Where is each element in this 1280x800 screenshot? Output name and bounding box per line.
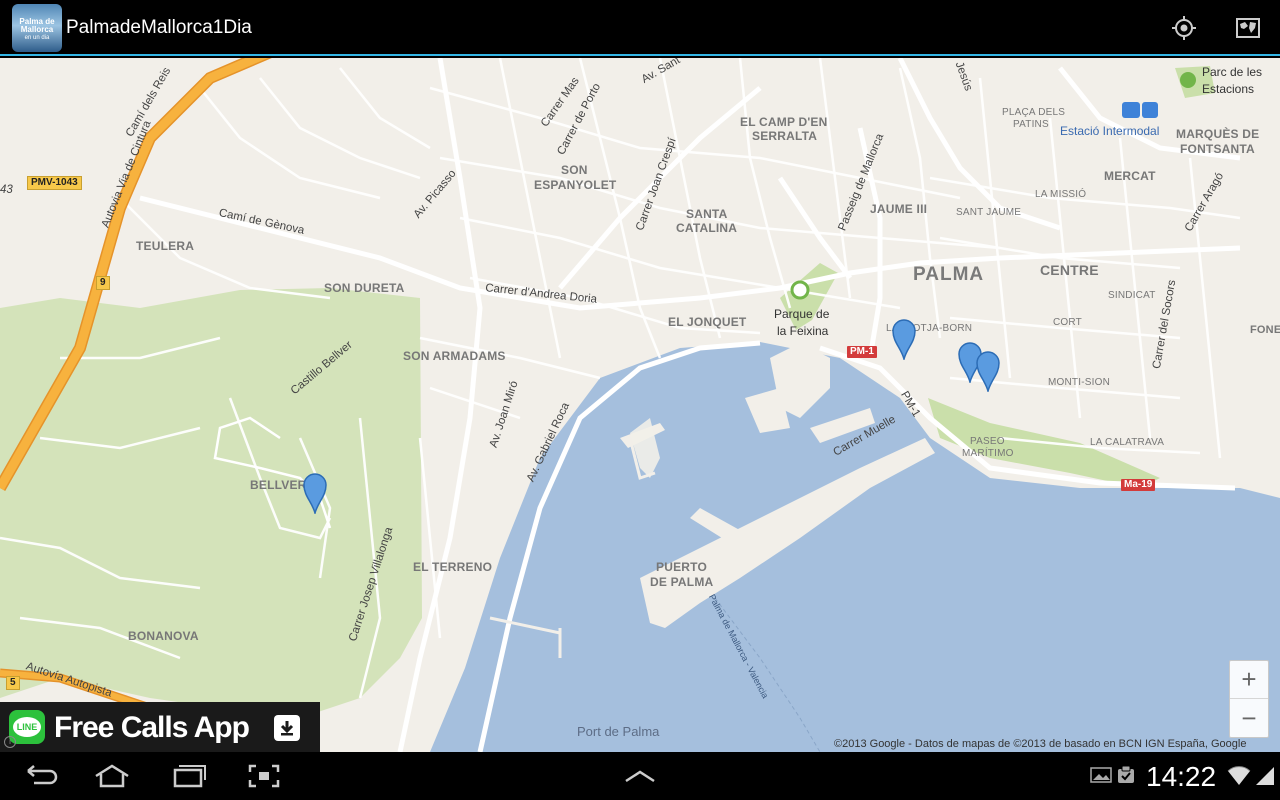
download-icon[interactable] [274,715,300,741]
expand-menu-button[interactable] [620,760,660,792]
map-label: CORT [1053,317,1082,328]
map-label: EL CAMP D'EN [740,115,828,129]
map-label: FONE [1250,324,1280,336]
map-marker[interactable] [975,350,1001,392]
map-label: Port de Palma [577,724,660,739]
screenshot-button[interactable] [244,760,284,792]
home-icon [95,764,129,788]
map-label: CENTRE [1040,262,1099,278]
status-clock: 14:22 [1146,761,1217,792]
map-label: PALMA [913,264,985,285]
map-layers-button[interactable] [1230,10,1266,46]
map-label: SON [561,163,588,177]
map-label: MERCAT [1104,169,1156,183]
map-marker[interactable] [302,472,328,514]
action-bar: Palma de Mallorca en un dia PalmadeMallo… [0,0,1280,56]
map-label: LA CALATRAVA [1090,437,1165,448]
back-button[interactable] [20,760,60,792]
route-shield: Ma-19 [1121,479,1156,491]
zoom-controls: + − [1229,660,1269,738]
navigation-bar [0,752,1280,800]
map-label: SON DURETA [324,281,405,295]
map-label: TEULERA [136,239,195,253]
my-location-icon [1172,16,1196,40]
ad-text: Free Calls App [54,711,250,744]
map-label: SANTA [686,207,728,221]
route-shield: PMV-1043 [27,176,82,190]
map-label: LA MISSIÓ [1035,189,1087,200]
map-marker[interactable] [891,318,917,360]
route-shield: PM-1 [847,346,877,358]
map-label: JAUME III [870,202,928,216]
route-shield: 5 [6,676,20,690]
map-label: Estació Intermodal [1060,124,1160,138]
app-title: PalmadeMallorca1Dia [66,17,252,38]
map-label: SERRALTA [752,129,818,143]
home-button[interactable] [92,760,132,792]
gallery-icon [1090,767,1112,783]
clipboard-icon [1118,765,1134,783]
map-copyright: ©2013 Google - Datos de mapas de ©2013 d… [834,738,1247,750]
map-label: la Feixina [777,324,829,338]
map-label: MARÍTIMO [962,448,1014,459]
map-label: FONTSANTA [1180,142,1255,156]
ad-banner[interactable]: LINE Free Calls App i [0,702,320,752]
map-canvas[interactable] [0,58,1280,752]
route-shield: 9 [96,276,110,290]
map-label: DE PALMA [650,575,714,589]
map-label: CATALINA [676,221,738,235]
map-label: Estacions [1202,82,1255,96]
app-logo-text: Palma de Mallorca en un dia [19,17,55,42]
map-label: MARQUÈS DE [1176,127,1260,141]
map-label: BONANOVA [128,629,199,643]
map-label: SINDICAT [1108,290,1156,301]
zoom-in-button[interactable]: + [1230,661,1268,699]
ad-info-icon[interactable]: i [4,736,16,748]
map-label: EL TERRENO [413,560,493,574]
screenshot-icon [248,764,280,788]
recent-apps-icon [173,765,206,788]
map-label: Parc de les [1202,65,1263,79]
recent-apps-button[interactable] [168,760,208,792]
map-label: SANT JAUME [956,207,1022,218]
my-location-button[interactable] [1166,10,1202,46]
map-label: PATINS [1013,119,1049,130]
map-label: ESPANYOLET [534,178,617,192]
map-label: SON ARMADAMS [403,349,506,363]
map-view[interactable]: Carrer Mas Carrer de Porto Av. Sant EL C… [0,58,1280,752]
wifi-icon [1227,766,1251,785]
signal-icon [1256,767,1274,785]
map-label: MONTI-SION [1048,377,1110,388]
map-layers-icon [1236,18,1260,38]
zoom-out-button[interactable]: − [1230,700,1268,738]
map-label: BELLVER [250,478,307,492]
map-label: EL JONQUET [668,315,747,329]
back-icon [27,765,58,785]
map-label: 43 [0,184,13,196]
map-label: PUERTO [656,560,707,574]
map-label: Parque de [774,307,830,321]
chevron-up-icon [625,770,655,783]
app-logo[interactable]: Palma de Mallorca en un dia [12,4,62,52]
